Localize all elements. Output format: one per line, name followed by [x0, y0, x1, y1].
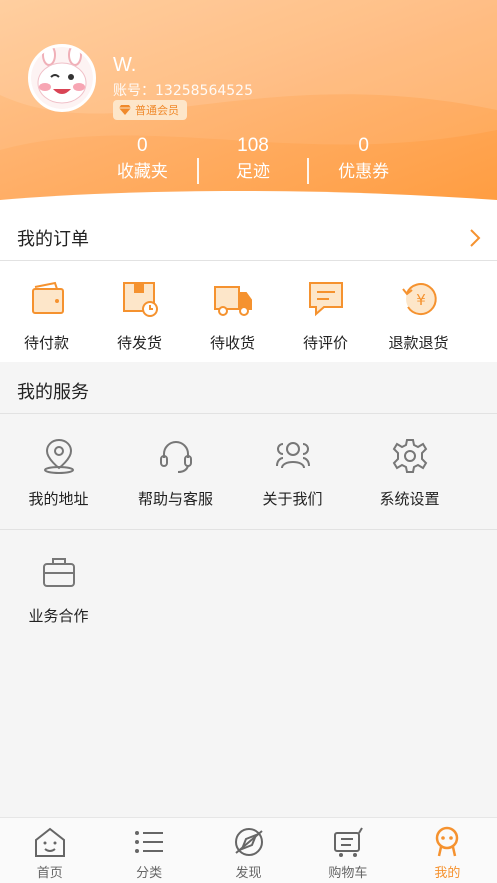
order-label: 待评价 — [302, 334, 348, 352]
svg-text:¥: ¥ — [416, 291, 426, 309]
my-services-header: 我的服务 — [0, 368, 497, 414]
tab-cart[interactable]: 购物车 — [298, 818, 397, 883]
stat-coupons[interactable]: 0 优惠券 — [309, 134, 418, 188]
username: W. — [113, 54, 137, 76]
stat-label: 收藏夹 — [116, 162, 168, 182]
briefcase-icon — [42, 558, 75, 587]
tab-category[interactable]: 分类 — [99, 818, 198, 883]
stat-label: 足迹 — [236, 162, 270, 182]
tab-label: 我的 — [434, 866, 461, 881]
service-business-cooperation[interactable]: 业务合作 — [0, 531, 117, 647]
group-icon — [275, 442, 310, 469]
member-badge-label: 普通会员 — [135, 104, 179, 117]
services-row: 我的地址 帮助与客服 关于我们 系统设置 — [0, 414, 497, 530]
tab-label: 分类 — [136, 866, 163, 881]
profile-header: W. 账号：13258564525 普通会员 0 收藏夹 108 足迹 0 优惠… — [0, 0, 497, 215]
service-label: 帮助与客服 — [137, 490, 213, 508]
service-label: 关于我们 — [262, 490, 323, 508]
home-icon — [34, 827, 65, 857]
stat-footprints[interactable]: 108 足迹 — [199, 134, 308, 188]
service-label: 我的地址 — [28, 490, 89, 508]
tab-discover[interactable]: 发现 — [199, 818, 298, 883]
avatar[interactable] — [28, 44, 96, 112]
order-label: 待付款 — [23, 334, 69, 352]
headset-icon — [159, 441, 192, 473]
order-refund-return[interactable]: ¥ 退款退货 — [372, 261, 465, 362]
stat-value: 0 — [137, 135, 148, 156]
avatar-cartoon-icon — [31, 47, 93, 109]
chevron-right-icon — [470, 229, 481, 247]
service-label: 系统设置 — [379, 490, 440, 508]
order-label: 退款退货 — [388, 334, 449, 352]
service-label: 业务合作 — [28, 607, 89, 625]
service-my-address[interactable]: 我的地址 — [0, 414, 117, 529]
gear-icon — [392, 439, 427, 473]
compass-icon — [234, 828, 263, 856]
refund-icon: ¥ — [401, 283, 437, 316]
location-pin-icon — [43, 438, 74, 474]
service-about-us[interactable]: 关于我们 — [234, 414, 351, 529]
cart-icon — [333, 827, 363, 857]
comment-icon — [308, 282, 343, 317]
stat-value: 0 — [358, 135, 369, 156]
order-pending-payment[interactable]: 待付款 — [0, 261, 93, 362]
profile-icon — [436, 826, 459, 857]
tab-label: 发现 — [235, 866, 262, 881]
order-pending-review[interactable]: 待评价 — [279, 261, 372, 362]
divider — [196, 158, 199, 184]
order-status-row: 待付款 待发货 待收货 待评价 ¥ 退款退货 — [0, 261, 497, 362]
divider — [307, 158, 310, 184]
order-pending-receipt[interactable]: 待收货 — [186, 261, 279, 362]
order-pending-shipment[interactable]: 待发货 — [93, 261, 186, 362]
order-label: 待收货 — [209, 334, 255, 352]
order-label: 待发货 — [116, 334, 162, 352]
service-system-settings[interactable]: 系统设置 — [351, 414, 468, 529]
list-icon — [135, 831, 164, 853]
tab-home[interactable]: 首页 — [0, 818, 99, 883]
member-badge: 普通会员 — [113, 100, 187, 120]
package-clock-icon — [122, 282, 158, 317]
tab-label: 首页 — [36, 866, 63, 881]
tab-mine[interactable]: 我的 — [398, 818, 497, 883]
services-row: 业务合作 — [0, 531, 497, 647]
stats-bar: 0 收藏夹 108 足迹 0 优惠券 — [88, 134, 418, 188]
tab-label: 购物车 — [328, 866, 368, 881]
section-title: 我的服务 — [17, 381, 89, 403]
account-number: 账号：13258564525 — [113, 83, 253, 99]
truck-icon — [213, 286, 252, 316]
section-title: 我的订单 — [17, 228, 89, 250]
stat-label: 优惠券 — [338, 162, 390, 182]
stat-favorites[interactable]: 0 收藏夹 — [88, 134, 197, 188]
diamond-icon — [119, 105, 131, 115]
service-help-support[interactable]: 帮助与客服 — [117, 414, 234, 529]
wallet-icon — [31, 281, 64, 314]
bottom-tab-bar: 首页 分类 发现 购物车 我的 — [0, 817, 497, 883]
my-orders-header[interactable]: 我的订单 — [0, 215, 497, 261]
stat-value: 108 — [237, 135, 269, 156]
